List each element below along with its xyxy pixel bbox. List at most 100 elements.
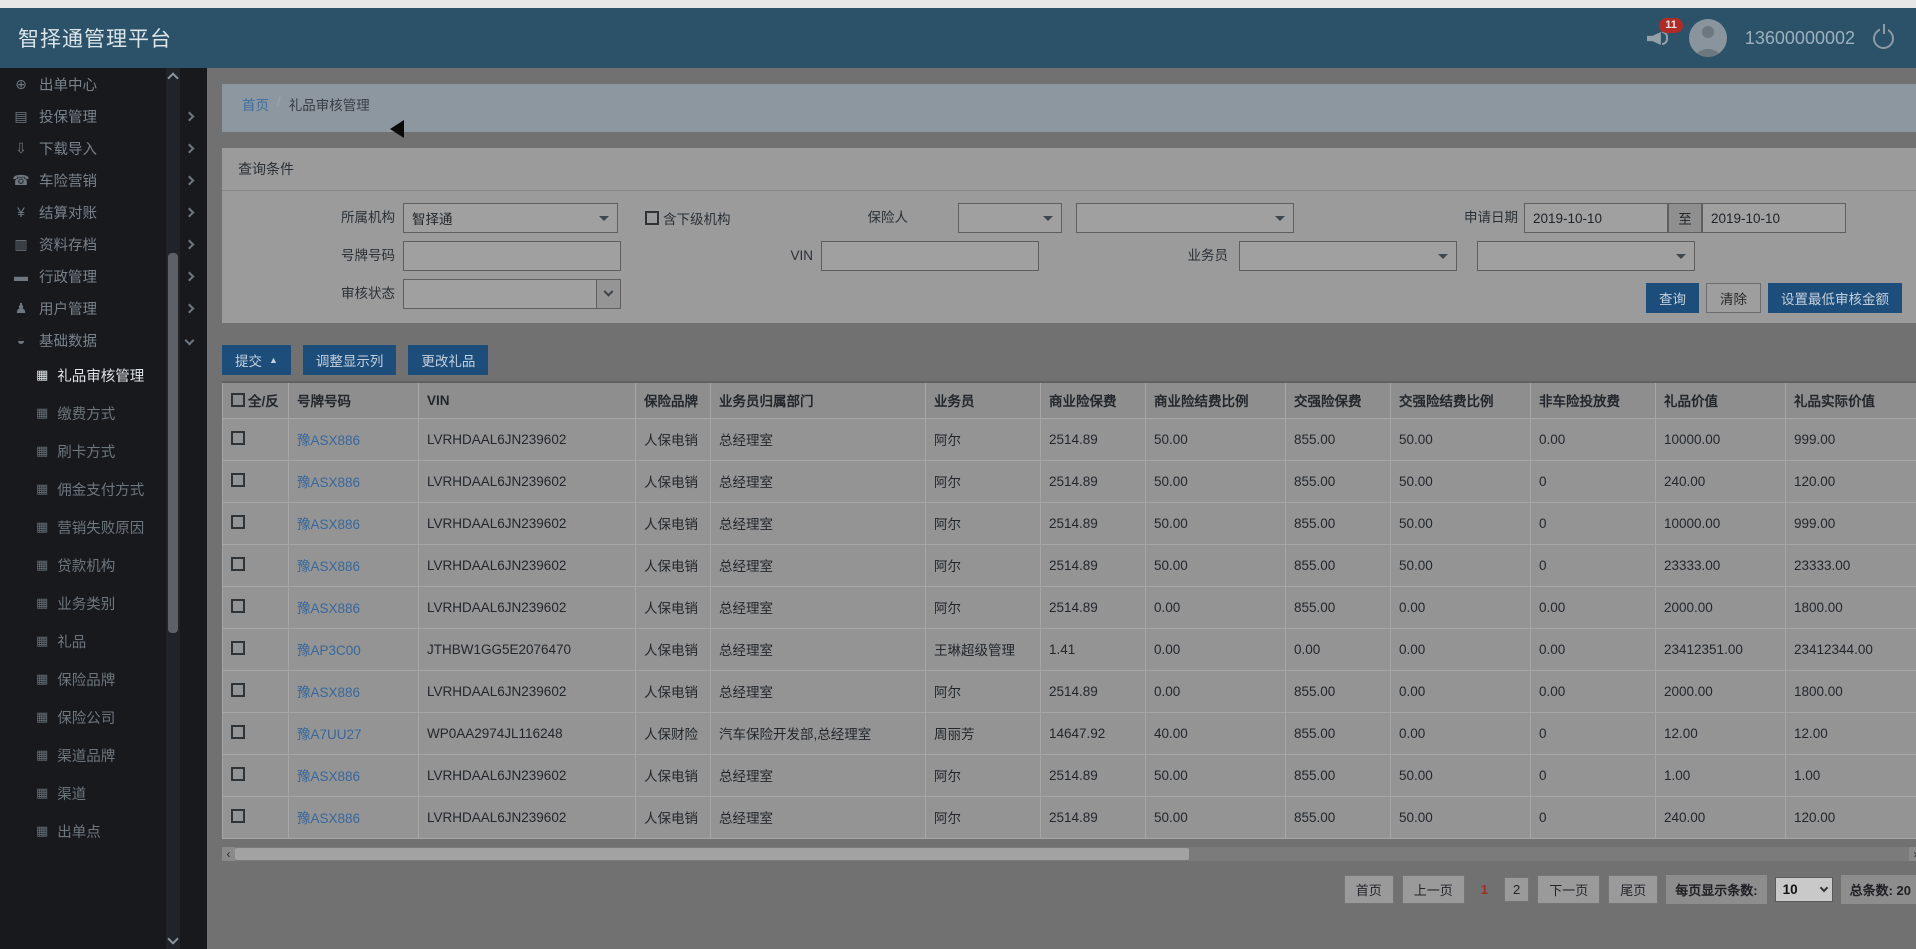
table-cell: 999.00 [1785, 417, 1916, 461]
insurer-select-2[interactable] [1076, 203, 1294, 233]
last-page-button[interactable]: 尾页 [1608, 874, 1659, 904]
table-cell: 855.00 [1285, 543, 1391, 587]
sidebar-item-label: 出单中心 [39, 77, 97, 94]
notification-speaker-icon[interactable]: 11 [1646, 18, 1683, 49]
row-checkbox[interactable] [231, 472, 245, 487]
table-cell: 999.00 [1785, 501, 1916, 545]
column-header: 礼品价值 [1655, 381, 1786, 419]
scrollbar-up-icon[interactable] [167, 72, 179, 84]
row-checkbox[interactable] [231, 808, 245, 823]
include-sub-checkbox[interactable] [645, 211, 659, 225]
next-page-button[interactable]: 下一页 [1537, 874, 1601, 904]
sidebar-subitem-label: 出单点 [57, 824, 101, 841]
horizontal-scrollbar-thumb[interactable] [235, 847, 1190, 860]
row-checkbox[interactable] [231, 724, 245, 739]
table-row: 豫ASX886 LVRHDAAL6JN239602 人保电销 总经理室 阿尔 2514.8… [222, 417, 1916, 461]
grid-icon: ▦ [36, 595, 49, 610]
audit-status-select[interactable] [403, 279, 621, 309]
select-all-checkbox[interactable] [231, 393, 245, 408]
breadcrumb-home-link[interactable]: 首页 [242, 94, 269, 114]
plate-number-link[interactable]: 豫AP3C00 [297, 643, 361, 658]
table-cell: 855.00 [1285, 669, 1391, 713]
table-cell: 人保电销 [635, 501, 711, 545]
sidebar-scrollbar-thumb[interactable] [168, 253, 178, 633]
table-cell: 50.00 [1390, 543, 1531, 587]
table-cell: 23412344.00 [1785, 627, 1916, 671]
insurer-select-1[interactable] [958, 203, 1062, 233]
plate-number-link[interactable]: 豫ASX886 [297, 685, 360, 700]
search-button[interactable]: 查询 [1646, 283, 1699, 313]
plate-number-link[interactable]: 豫ASX886 [297, 811, 360, 826]
row-select-cell [222, 501, 289, 545]
insurer-label: 保险人 [867, 210, 909, 225]
sidebar-collapse-icon[interactable] [390, 120, 404, 138]
table-cell: 855.00 [1285, 711, 1391, 755]
table-cell: 240.00 [1655, 795, 1786, 839]
logout-power-icon[interactable] [1873, 27, 1894, 49]
plate-number-link[interactable]: 豫ASX886 [297, 559, 360, 574]
horizontal-scrollbar-track[interactable] [235, 846, 1909, 861]
date-to-input[interactable]: 2019-10-10 [1702, 203, 1846, 233]
table-cell: 50.00 [1145, 753, 1286, 797]
phone-icon: ☎ [12, 171, 30, 188]
table-cell: 总经理室 [710, 669, 926, 713]
query-panel-title: 查询条件 [222, 148, 1916, 191]
row-checkbox[interactable] [231, 640, 245, 655]
row-checkbox[interactable] [231, 766, 245, 781]
salesman-select-1[interactable] [1239, 241, 1457, 271]
table-cell: 人保电销 [635, 627, 711, 671]
user-avatar[interactable] [1688, 19, 1727, 57]
row-select-cell [222, 795, 289, 839]
plate-number-link[interactable]: 豫ASX886 [297, 517, 360, 532]
page-number-button[interactable]: 1 [1473, 878, 1496, 901]
plate-number-link[interactable]: 豫ASX886 [297, 769, 360, 784]
row-checkbox[interactable] [231, 556, 245, 571]
database-icon: ◒ [16, 332, 26, 348]
sidebar-scrollbar[interactable] [166, 68, 180, 949]
change-gift-button[interactable]: 更改礼品 [408, 345, 489, 375]
column-header: 交强险保费 [1285, 381, 1391, 419]
scroll-right-icon[interactable]: › [1909, 846, 1916, 861]
date-from-input[interactable]: 2019-10-10 [1524, 203, 1668, 233]
row-checkbox[interactable] [231, 514, 245, 529]
apply-date-label: 申请日期 [1464, 210, 1518, 225]
plate-number-link[interactable]: 豫ASX886 [297, 475, 360, 490]
plate-number-link[interactable]: 豫ASX886 [297, 601, 360, 616]
table-cell: 40.00 [1145, 711, 1286, 755]
table-cell: 2514.89 [1040, 795, 1146, 839]
page-number-button[interactable]: 2 [1503, 876, 1530, 902]
table-cell: 豫ASX886 [288, 585, 419, 629]
clear-button[interactable]: 清除 [1706, 283, 1761, 313]
column-header: 交强险结费比例 [1390, 381, 1531, 419]
plate-number-link[interactable]: 豫ASX886 [297, 433, 360, 448]
per-page-value: 10 [1782, 881, 1798, 897]
plate-input[interactable] [403, 241, 621, 271]
prev-page-button[interactable]: 上一页 [1401, 874, 1465, 904]
table-row: 豫ASX886 LVRHDAAL6JN239602 人保电销 总经理室 阿尔 2514.8… [222, 585, 1916, 629]
scrollbar-down-icon[interactable] [167, 933, 179, 945]
row-select-cell [222, 627, 289, 671]
column-header: 保险品牌 [635, 381, 711, 419]
table-cell: 2514.89 [1040, 669, 1146, 713]
row-checkbox[interactable] [231, 682, 245, 697]
first-page-button[interactable]: 首页 [1343, 874, 1394, 904]
table-cell: 2514.89 [1040, 501, 1146, 545]
column-header: 商业险结费比例 [1145, 381, 1286, 419]
table-cell: 阿尔 [925, 585, 1041, 629]
per-page-select[interactable]: 10 [1774, 876, 1833, 902]
row-checkbox[interactable] [231, 598, 245, 613]
plate-number-link[interactable]: 豫A7UU27 [297, 727, 362, 742]
vin-input[interactable] [821, 241, 1039, 271]
submit-button[interactable]: 提交 ▲ [222, 345, 291, 375]
gift-audit-table: 全/反 号牌号码 VIN 保险品牌 业务员归属部门 业务员 商业险保费 商业险结费比例 交强险… [222, 381, 1916, 839]
chevron-right-icon [184, 207, 195, 217]
adjust-columns-button[interactable]: 调整显示列 [302, 345, 397, 375]
table-cell: 120.00 [1785, 795, 1916, 839]
salesman-select-2[interactable] [1477, 241, 1695, 271]
org-select[interactable]: 智择通 [403, 203, 618, 233]
scroll-left-icon[interactable]: ‹ [222, 846, 235, 861]
table-cell: LVRHDAAL6JN239602 [418, 753, 636, 797]
grid-icon: ▦ [36, 633, 49, 648]
row-checkbox[interactable] [231, 430, 245, 445]
set-min-audit-amount-button[interactable]: 设置最低审核金额 [1768, 283, 1902, 313]
